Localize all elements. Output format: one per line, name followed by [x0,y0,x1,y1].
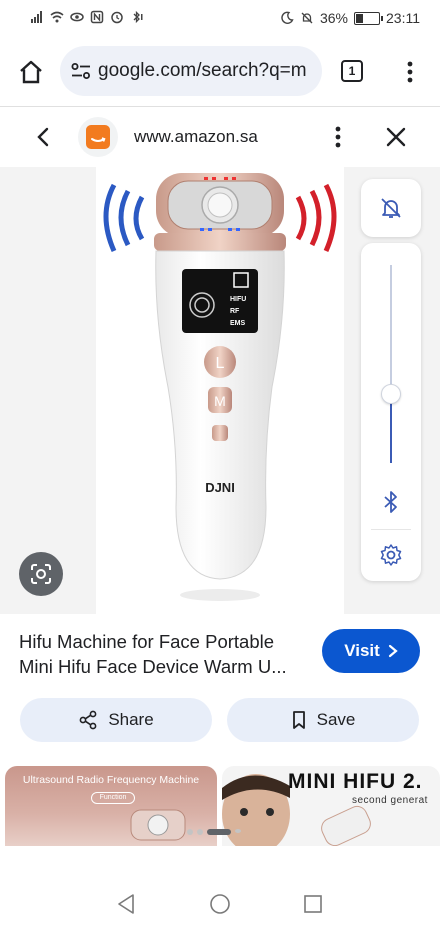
ringer-mode-button[interactable] [361,179,421,237]
amazon-smile-icon [91,137,106,142]
more-vert-icon[interactable] [334,125,342,149]
back-chevron-icon[interactable] [37,127,49,147]
address-bar[interactable]: google.com/search?q=m [60,46,322,96]
product-image: HIFU RF EMS L M DJNI [96,167,344,614]
device-thumbnail [321,805,371,846]
alarm-icon [111,11,123,24]
volume-slider-fill [390,393,392,463]
nav-recents-icon[interactable] [303,894,323,914]
product-title[interactable]: Hifu Machine for Face Portable Mini Hifu… [19,629,311,679]
muted-bell-icon [301,12,313,24]
pager-dot [197,829,203,835]
pager-dot [235,829,241,833]
share-icon [79,710,97,730]
url-text[interactable]: google.com/search?q=m [98,60,312,82]
more-vert-icon[interactable] [406,60,414,84]
bluetooth-icon[interactable] [382,490,400,514]
signal-icon [31,11,42,23]
close-icon[interactable] [386,127,406,147]
bluetooth-vibrate-icon [133,10,143,24]
do-not-disturb-moon-icon [281,11,294,24]
lens-icon [31,564,51,584]
save-label: Save [316,710,356,729]
screen-label-ems: EMS [230,320,246,327]
status-bar: 36% 23:11 [0,0,440,36]
device-thumbnail [130,809,186,841]
nfc-icon [90,10,104,24]
related-image-subcaption: Function [91,792,135,804]
share-label: Share [108,710,154,729]
device-brand-logo: DJNI [205,480,235,495]
related-image-caption: Ultrasound Radio Frequency Machine [22,774,200,786]
related-image-caption: MINI HIFU 2. [288,770,423,793]
gear-icon[interactable] [379,543,403,567]
battery-percentage: 36% [319,10,348,26]
site-favicon [78,117,118,157]
clock-time: 23:11 [386,10,420,26]
tab-switcher-button[interactable]: 1 [341,60,363,82]
google-lens-button[interactable] [19,552,63,596]
source-domain[interactable]: www.amazon.sa [134,127,258,147]
screen-label-rf: RF [230,308,240,315]
pager-dot-active [207,829,231,835]
carousel-pager [187,829,241,835]
battery-icon [354,11,383,25]
visit-label: Visit [344,641,380,660]
volume-panel-divider [371,529,411,530]
nav-back-icon[interactable] [116,893,136,915]
pager-dot [187,829,193,835]
wifi-icon [50,11,64,23]
volume-slider-thumb[interactable] [381,383,401,404]
share-button[interactable]: Share [20,698,212,742]
home-icon[interactable] [18,60,44,84]
save-button[interactable]: Save [227,698,419,742]
browser-toolbar: google.com/search?q=m 1 [0,42,440,104]
button-letter-l: L [216,355,225,372]
site-settings-icon[interactable] [71,62,91,80]
button-letter-m: M [214,393,226,409]
screen-label-hifu: HIFU [230,296,246,303]
bell-off-icon [381,198,401,218]
image-viewer-header: www.amazon.sa [0,107,440,167]
bookmark-icon [292,711,305,729]
volume-panel [361,243,421,581]
hifu-device-illustration: HIFU RF EMS L M DJNI [103,173,337,601]
eye-icon [70,12,84,22]
chevron-right-icon [388,644,398,658]
visit-button[interactable]: Visit [322,629,420,673]
nav-home-icon[interactable] [209,893,231,915]
system-navigation-bar [0,880,440,928]
